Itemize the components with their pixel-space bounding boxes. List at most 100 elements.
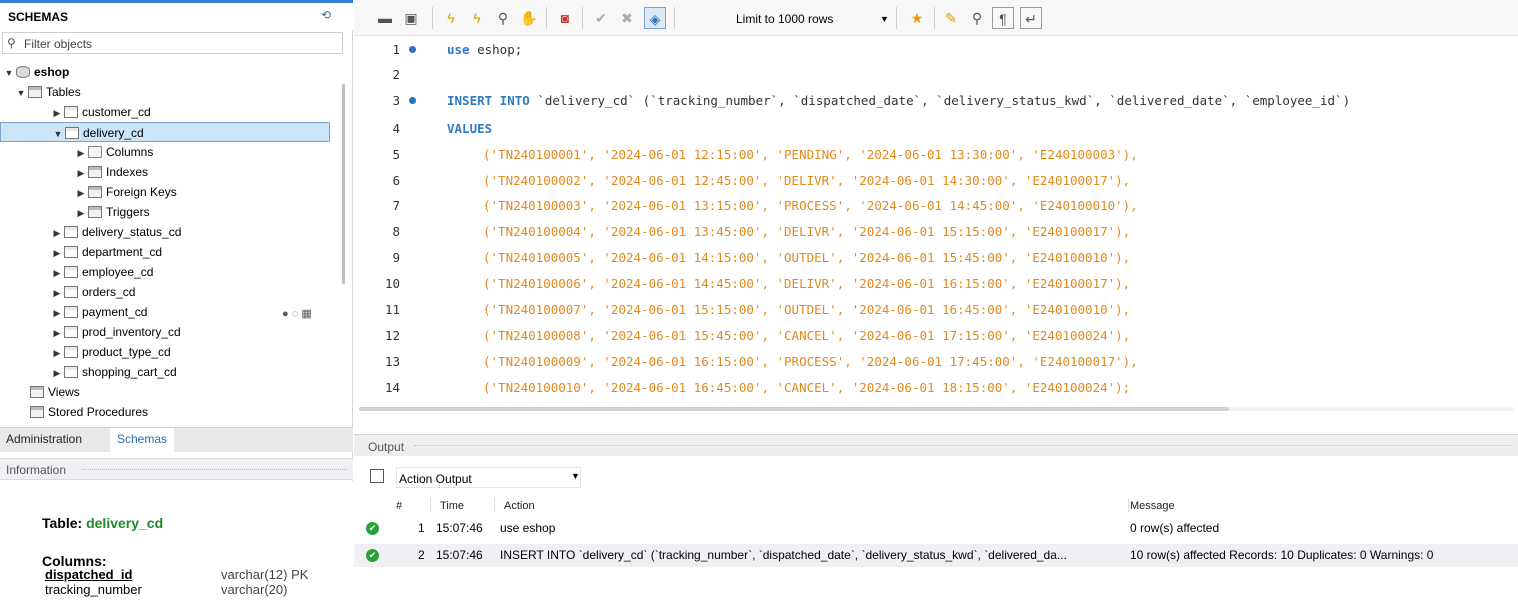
toolbar-separator xyxy=(582,7,583,29)
filter-input[interactable]: ⚲ Filter objects xyxy=(2,32,343,54)
expand-arrow-icon[interactable]: ▼ xyxy=(4,63,14,83)
expand-arrow-icon[interactable]: ▼ xyxy=(53,124,63,144)
limit-rows-select[interactable]: Limit to 1000 rows ▼ xyxy=(736,9,892,29)
expand-arrow-icon[interactable]: ▶ xyxy=(52,103,62,123)
table-row[interactable]: ✔ 2 15:07:46 INSERT INTO `delivery_cd` (… xyxy=(354,544,1518,567)
table-label: payment_cd xyxy=(82,305,148,319)
expand-arrow-icon[interactable]: ▶ xyxy=(76,163,86,183)
navigator-tabs: Administration Schemas xyxy=(0,427,353,453)
tree-table[interactable]: ▶ department_cd xyxy=(52,242,163,263)
line-number: 13 xyxy=(384,354,400,369)
tab-schemas[interactable]: Schemas xyxy=(110,428,175,453)
cell-action: use eshop xyxy=(500,521,556,535)
column-divider xyxy=(1128,498,1129,512)
beautify-icon[interactable]: ✎ xyxy=(940,7,962,29)
copy-icon[interactable] xyxy=(370,469,384,483)
triggers-icon xyxy=(88,206,102,218)
expand-arrow-icon[interactable]: ▶ xyxy=(52,343,62,363)
save-icon[interactable]: ▣ xyxy=(400,7,422,29)
expand-arrow-icon[interactable]: ▼ xyxy=(16,83,26,103)
table-label: customer_cd xyxy=(82,105,151,119)
toggle-error-icon[interactable]: ◙ xyxy=(554,7,576,29)
expand-arrow-icon[interactable]: ▶ xyxy=(52,303,62,323)
code-line: use eshop; xyxy=(447,42,522,57)
table-data-icon[interactable]: ▦ xyxy=(301,308,311,320)
info-icon[interactable]: ● xyxy=(282,308,289,320)
expand-arrow-icon[interactable]: ▶ xyxy=(76,183,86,203)
expand-arrow-icon[interactable]: ▶ xyxy=(76,143,86,163)
table-label: prod_inventory_cd xyxy=(82,325,181,339)
expand-arrow-icon[interactable]: ▶ xyxy=(52,243,62,263)
header-divider xyxy=(82,469,347,472)
expand-arrow-icon[interactable]: ▶ xyxy=(52,363,62,383)
tree-tables[interactable]: ▼ Tables xyxy=(16,82,81,102)
columns-icon xyxy=(88,146,102,158)
expand-arrow-icon[interactable]: ▶ xyxy=(52,263,62,283)
tree-table[interactable]: ▶ payment_cd xyxy=(52,302,148,323)
editor-hscroll-thumb[interactable] xyxy=(359,407,1229,411)
expand-arrow-icon[interactable]: ▶ xyxy=(52,283,62,303)
info-table-label: Table: xyxy=(42,515,83,531)
line-number: 4 xyxy=(392,121,400,136)
stop-icon[interactable]: ✋ xyxy=(518,7,540,29)
refresh-icon[interactable]: ⟲ xyxy=(321,8,331,22)
tree-scrollbar[interactable] xyxy=(342,84,345,284)
toolbar-separator xyxy=(896,7,897,29)
table-label: department_cd xyxy=(82,245,163,259)
expand-arrow-icon[interactable]: ▶ xyxy=(76,203,86,223)
table-label: product_type_cd xyxy=(82,345,171,359)
tree-schema-eshop[interactable]: ▼ eshop xyxy=(4,62,70,83)
code-line: VALUES xyxy=(447,121,492,136)
tree-triggers[interactable]: ▶ Triggers xyxy=(76,202,150,222)
code-line: ('TN240100004', '2024-06-01 13:45:00', '… xyxy=(483,224,1131,239)
tree-table-selected[interactable]: ▼ delivery_cd xyxy=(0,122,330,142)
tree-columns[interactable]: ▶ Columns xyxy=(76,142,154,163)
subnode-label: Foreign Keys xyxy=(106,185,177,199)
execute-icon[interactable]: ϟ xyxy=(440,7,462,29)
commit-icon[interactable]: ✔ xyxy=(590,7,612,29)
tree-table[interactable]: ▶ orders_cd xyxy=(52,282,136,303)
sql-editor[interactable]: 1 use eshop; 2 3 INSERT INTO `delivery_c… xyxy=(354,37,1518,423)
toolbar-separator xyxy=(432,7,433,29)
cell-num: 2 xyxy=(418,548,425,562)
add-snippet-icon[interactable]: ★ xyxy=(906,7,928,29)
tree-views[interactable]: Views xyxy=(28,382,80,402)
tree-stored-procedures[interactable]: Stored Procedures xyxy=(28,402,148,422)
chevron-down-icon: ▼ xyxy=(880,14,889,24)
table-icon xyxy=(65,127,79,139)
tab-administration[interactable]: Administration xyxy=(6,432,82,446)
tree-table[interactable]: ▶ delivery_status_cd xyxy=(52,222,182,243)
expand-arrow-icon[interactable]: ▶ xyxy=(52,223,62,243)
rollback-icon[interactable]: ✖ xyxy=(616,7,638,29)
info-table-name: delivery_cd xyxy=(86,515,164,531)
wrench-icon[interactable]: ◌ xyxy=(292,308,299,320)
limit-label: Limit to 1000 rows xyxy=(736,12,834,26)
open-file-icon[interactable]: ▬ xyxy=(374,7,396,29)
output-type-select[interactable]: Action Output ▼ xyxy=(396,467,581,488)
cell-action: INSERT INTO `delivery_cd` (`tracking_num… xyxy=(500,548,1067,562)
info-column-type: varchar(12) PK xyxy=(221,567,309,582)
autocommit-icon[interactable]: ◈ xyxy=(644,7,666,29)
expand-arrow-icon[interactable]: ▶ xyxy=(52,323,62,343)
tree-table[interactable]: ▶ product_type_cd xyxy=(52,342,171,362)
explain-icon[interactable]: ⚲ xyxy=(492,7,514,29)
info-column-name: tracking_number xyxy=(45,582,142,597)
code-text: eshop; xyxy=(469,42,523,57)
output-title: Output xyxy=(368,440,405,454)
tree-table[interactable]: ▶ shopping_cart_cd xyxy=(52,362,177,382)
tree-indexes[interactable]: ▶ Indexes xyxy=(76,162,149,183)
table-row[interactable]: ✔ 1 15:07:46 use eshop 0 row(s) affected xyxy=(354,517,1518,540)
tree-table[interactable]: ▶ customer_cd xyxy=(52,102,151,122)
invisible-chars-icon[interactable]: ¶ xyxy=(992,7,1014,29)
execute-current-icon[interactable]: ϟ xyxy=(466,7,488,29)
tables-folder-icon xyxy=(28,86,42,98)
wrap-lines-icon[interactable]: ↵ xyxy=(1020,7,1042,29)
row-action-icons[interactable]: ● ◌ ▦ xyxy=(282,307,312,320)
tree-table[interactable]: ▶ employee_cd xyxy=(52,262,154,283)
information-header: Information xyxy=(0,458,353,480)
tree-table[interactable]: ▶ prod_inventory_cd xyxy=(52,322,181,342)
find-icon[interactable]: ⚲ xyxy=(966,7,988,29)
column-divider xyxy=(430,498,431,512)
tree-foreign-keys[interactable]: ▶ Foreign Keys xyxy=(76,182,177,202)
statement-marker xyxy=(409,46,416,53)
